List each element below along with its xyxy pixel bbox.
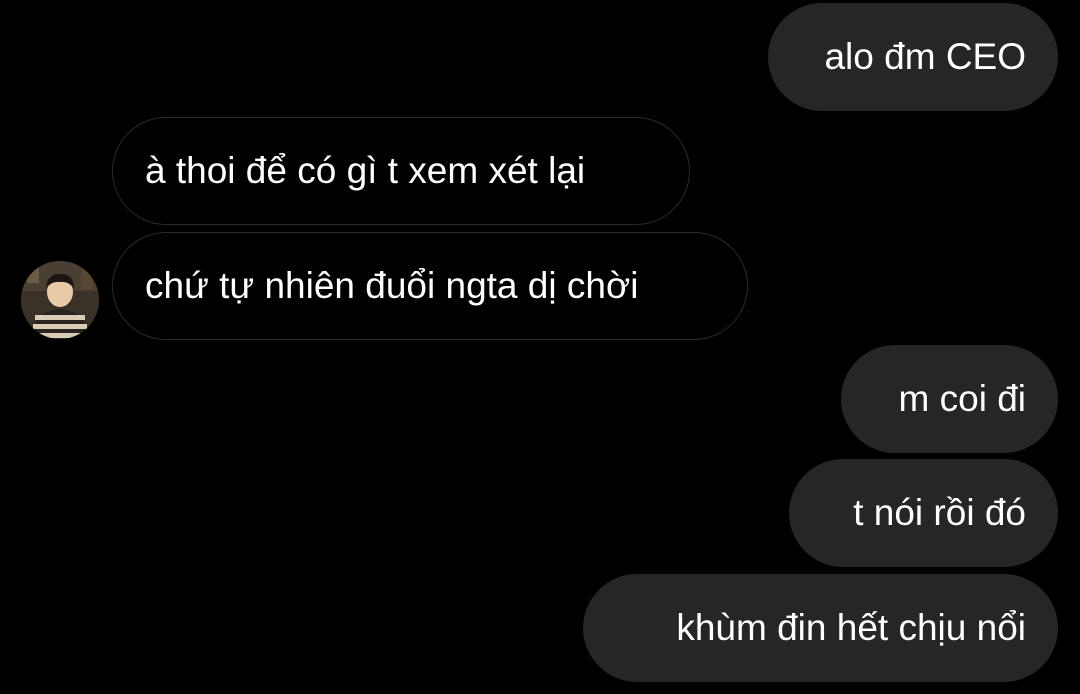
message-bubble-sent[interactable]: m coi đi (841, 345, 1058, 453)
user-avatar-photo-icon (21, 261, 99, 339)
message-bubble-sent[interactable]: khùm đin hết chịu nổi (583, 574, 1058, 682)
message-bubble-sent[interactable]: alo đm CEO (768, 3, 1058, 111)
message-bubble-received[interactable]: chứ tự nhiên đuổi ngta dị chời (112, 232, 748, 340)
message-bubble-sent[interactable]: t nói rồi đó (789, 459, 1058, 567)
contact-avatar[interactable] (21, 261, 99, 339)
message-bubble-received[interactable]: à thoi để có gì t xem xét lại (112, 117, 690, 225)
